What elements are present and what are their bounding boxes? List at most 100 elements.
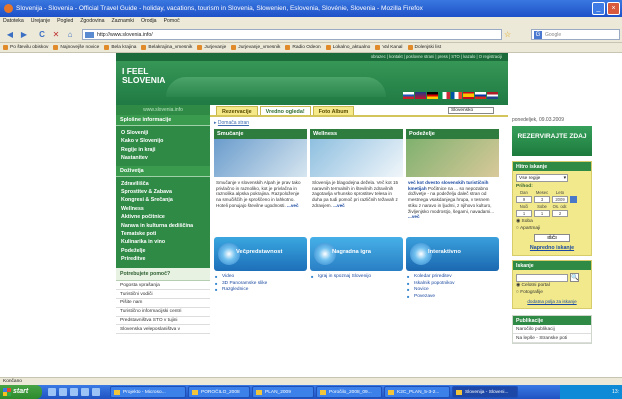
browser-icon[interactable] [59, 388, 67, 396]
desktop-icon[interactable] [48, 388, 56, 396]
help-link[interactable]: Predstavništva STO v tujini [116, 317, 210, 326]
more-link[interactable]: ...več [408, 214, 420, 219]
menu-edit[interactable]: Urejanje [31, 17, 50, 26]
search-icon[interactable]: 🔍 [570, 273, 579, 282]
back-button[interactable]: ◀ [4, 29, 16, 40]
tab-worth-seeing[interactable]: Vredno ogleda! [259, 106, 311, 115]
region-select[interactable]: Vse regije ▾ [516, 174, 568, 182]
list-item[interactable]: Koledar prireditev [406, 274, 499, 281]
day-select[interactable]: 9 [516, 196, 532, 203]
nav-item[interactable]: Wellness [116, 205, 210, 213]
flag-icon[interactable] [415, 92, 426, 99]
close-button[interactable]: × [607, 2, 620, 15]
minimize-button[interactable]: _ [592, 2, 605, 15]
language-select[interactable]: Slovensko [448, 107, 495, 114]
tab-reservations[interactable]: Rezervacije [216, 106, 258, 115]
task-button[interactable]: Projekto - Microso... [110, 386, 186, 398]
flag-icon[interactable] [451, 92, 462, 99]
reserve-now-button[interactable]: REZERVIRAJTE ZDAJ [512, 126, 592, 156]
flag-icon[interactable] [439, 92, 450, 99]
nav-item[interactable]: Tematske poti [116, 230, 210, 238]
menu-file[interactable]: Datoteka [3, 17, 24, 26]
multimedia-banner[interactable]: Večpredstavnost [214, 237, 307, 271]
help-link[interactable]: Turistični vodiči [116, 290, 210, 300]
bookmark-item[interactable]: Dolenjski list [407, 43, 441, 52]
wellness-image[interactable] [310, 139, 403, 177]
menu-tools[interactable]: Orodja [141, 17, 157, 26]
nav-item[interactable]: O Sloveniji [116, 129, 210, 137]
bookmark-item[interactable]: Belakrajina_vmesnik [141, 43, 192, 52]
list-item[interactable]: Povezave [406, 294, 499, 301]
apartment-radio[interactable]: ○ Apartmaji [516, 225, 588, 232]
search-box[interactable]: G Google [531, 29, 620, 40]
more-link[interactable]: ...več [333, 203, 345, 208]
nav-item[interactable]: Prireditve [116, 255, 210, 263]
breadcrumb-home-link[interactable]: Domača stran [218, 120, 249, 126]
flag-icon[interactable] [463, 92, 474, 99]
skiing-image[interactable] [214, 139, 307, 177]
flag-icon[interactable] [403, 92, 414, 99]
folder-icon[interactable] [92, 388, 100, 396]
card-title[interactable]: Podeželje [406, 129, 499, 139]
menu-bookmarks[interactable]: Zaznamki [111, 17, 134, 26]
list-item[interactable]: Razglednice [214, 287, 307, 294]
list-item[interactable]: Video [214, 274, 307, 281]
menu-history[interactable]: Zgodovina [80, 17, 104, 26]
menu-help[interactable]: Pomoč [164, 17, 180, 26]
forward-button[interactable]: ▶ [18, 29, 30, 40]
stop-button[interactable]: ✕ [50, 29, 62, 40]
rooms-select[interactable]: 1 [534, 210, 550, 217]
nav-item[interactable]: Narava in kulturna dediščina [116, 222, 210, 230]
nav-item[interactable]: Kulinarika in vino [116, 238, 210, 246]
bookmark-item[interactable]: Jurjevanje [197, 43, 226, 52]
year-select[interactable]: 2009 [552, 196, 568, 203]
photo-radio[interactable]: ○ Fotografije [516, 289, 588, 296]
nav-item[interactable]: Podeželje [116, 247, 210, 255]
section-experiences[interactable]: Doživetja [116, 165, 210, 177]
publication-link[interactable]: Naročilo publikacij [513, 325, 591, 334]
header-top-links[interactable]: obrazec | kontakt | poslovne strani | pr… [116, 53, 508, 61]
help-link[interactable]: Pogosta vprašanja [116, 281, 210, 291]
countryside-image[interactable] [406, 139, 499, 177]
nav-item[interactable]: Nastanitev [116, 154, 210, 162]
bookmark-item[interactable]: Najnovejše novice [53, 43, 99, 52]
nav-item[interactable]: Kongresi & Srečanja [116, 196, 210, 204]
site-search-input[interactable] [516, 273, 568, 282]
interactive-banner[interactable]: Interaktivno [406, 237, 499, 271]
nav-item[interactable]: Zdravilišča [116, 180, 210, 188]
adults-select[interactable]: 2 [552, 210, 568, 217]
nav-item[interactable]: Sprostitev & Zabava [116, 188, 210, 196]
prize-game-banner[interactable]: Nagradna igra [310, 237, 403, 271]
list-item[interactable]: Novice [406, 287, 499, 294]
section-general-info[interactable]: Splošne informacije [116, 115, 210, 126]
media-icon[interactable] [81, 388, 89, 396]
card-title[interactable]: Smučanje [214, 129, 307, 139]
more-link[interactable]: ...več [287, 203, 299, 208]
bookmark-item[interactable]: Lokalno_aktualno [325, 43, 370, 52]
word-icon[interactable] [70, 388, 78, 396]
bookmark-item[interactable]: Val Kanal [375, 43, 403, 52]
site-logo[interactable]: I FEEL SLOVENIA [122, 67, 168, 101]
tab-photo-album[interactable]: Foto Album [312, 106, 355, 115]
address-bar[interactable]: http://www.slovenia.info/ [82, 29, 502, 40]
flag-icon[interactable] [475, 92, 486, 99]
month-select[interactable]: 3 [534, 196, 550, 203]
task-button[interactable]: K2C_PLAN_5-3-2... [384, 386, 450, 398]
calendar-icon[interactable] [570, 196, 577, 203]
flag-icon[interactable] [427, 92, 438, 99]
search-button[interactable]: IŠČI [534, 234, 570, 242]
portal-radio[interactable]: ◉ Celotni portal [516, 282, 588, 289]
help-link[interactable]: Slovenska veleposlaništva v [116, 325, 210, 335]
help-link[interactable]: Pišite nam [116, 299, 210, 308]
flag-icon[interactable] [487, 92, 498, 99]
nav-item[interactable]: Aktivne počitnice [116, 213, 210, 221]
room-radio[interactable]: ◉ Soba [516, 218, 588, 225]
task-button-active[interactable]: Slovenija - Sloveni... [452, 386, 518, 398]
extra-fields-link[interactable]: dodatna polja za iskanje [516, 299, 588, 304]
card-title[interactable]: Wellness [310, 129, 403, 139]
advanced-search-link[interactable]: Napredno iskanje [516, 245, 588, 251]
nights-select[interactable]: 1 [516, 210, 532, 217]
bookmark-star-icon[interactable]: ☆ [504, 29, 526, 40]
nav-item[interactable]: Kako v Slovenijo [116, 137, 210, 145]
task-button[interactable]: POROČILO_2008 [188, 386, 250, 398]
